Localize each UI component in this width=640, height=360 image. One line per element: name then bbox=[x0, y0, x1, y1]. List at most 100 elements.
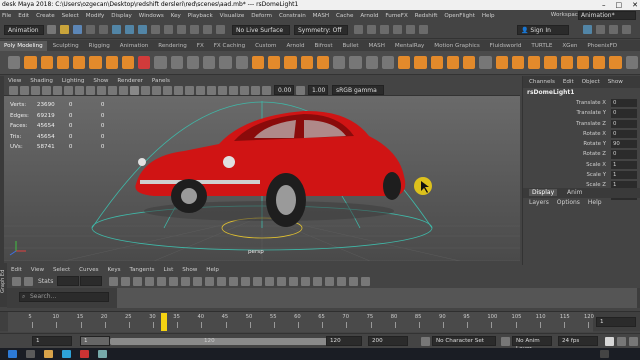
insert-key-icon[interactable] bbox=[24, 276, 33, 286]
motion-blur-icon[interactable] bbox=[196, 85, 205, 95]
snap-curve-icon[interactable] bbox=[177, 25, 186, 34]
fps-select[interactable]: 24 fps bbox=[558, 336, 598, 346]
swap-buffer-icon[interactable] bbox=[289, 276, 299, 286]
graph-editor-curve-area[interactable] bbox=[117, 288, 637, 308]
sign-in-button[interactable]: 👤 Sign In bbox=[517, 24, 569, 35]
playback-end-field[interactable]: 120 bbox=[326, 336, 362, 346]
poly-plane-icon[interactable] bbox=[105, 56, 118, 69]
menu-edit[interactable]: Edit bbox=[18, 13, 29, 19]
cylindrical-map-icon[interactable] bbox=[446, 56, 459, 69]
unify-tangents-icon[interactable] bbox=[241, 276, 251, 286]
reduce-icon[interactable] bbox=[235, 56, 248, 69]
viewport-menu-panels[interactable]: Panels bbox=[152, 78, 170, 84]
current-time-marker[interactable] bbox=[161, 313, 167, 331]
auto-map-icon[interactable] bbox=[430, 56, 443, 69]
shelf-menu-icon[interactable] bbox=[8, 56, 21, 69]
explorer-icon[interactable] bbox=[44, 350, 53, 358]
edge-loop-icon[interactable] bbox=[381, 56, 394, 69]
graph-editor-side-tab[interactable]: Graph Ed bbox=[0, 263, 7, 307]
menu-fumefx[interactable]: FumeFX bbox=[385, 13, 407, 19]
modeling-toolkit-icon[interactable] bbox=[583, 25, 592, 34]
channel-row[interactable]: Rotate Z 0 bbox=[525, 150, 637, 159]
snap-point-icon[interactable] bbox=[190, 25, 199, 34]
app-icon[interactable] bbox=[98, 350, 107, 358]
wireframe-on-shaded-icon[interactable] bbox=[141, 85, 150, 95]
channel-menu-object[interactable]: Object bbox=[582, 79, 600, 85]
safe-action-icon[interactable] bbox=[108, 85, 117, 95]
render-frame-icon[interactable] bbox=[367, 25, 376, 34]
extrude-icon[interactable] bbox=[251, 56, 264, 69]
minimize-icon[interactable]: – bbox=[602, 0, 606, 10]
animation-end-field[interactable]: 200 bbox=[368, 336, 408, 346]
flat-tangent-icon[interactable] bbox=[193, 276, 203, 286]
menu-create[interactable]: Create bbox=[36, 13, 55, 19]
menu-modify[interactable]: Modify bbox=[86, 13, 105, 19]
channel-value[interactable]: 1 bbox=[611, 160, 637, 170]
denormalize-icon[interactable] bbox=[313, 276, 323, 286]
unfold-icon[interactable] bbox=[528, 56, 541, 69]
anti-aliasing-icon[interactable] bbox=[207, 85, 216, 95]
connect-icon[interactable] bbox=[365, 56, 378, 69]
channel-value[interactable]: 90 bbox=[611, 140, 637, 149]
trax-editor-icon[interactable] bbox=[361, 276, 371, 286]
depth-of-field-icon[interactable] bbox=[218, 85, 227, 95]
color-space-select[interactable]: sRGB gamma bbox=[332, 85, 384, 95]
menu-redshift[interactable]: Redshift bbox=[415, 13, 438, 19]
channel-row[interactable]: Translate X 0 bbox=[525, 99, 637, 108]
channel-value[interactable]: 0 bbox=[611, 119, 637, 128]
gate-mask-icon[interactable] bbox=[86, 85, 95, 95]
channel-value[interactable]: 0 bbox=[611, 150, 637, 159]
ge-menu-tangents[interactable]: Tangents bbox=[129, 267, 154, 273]
menu-deform[interactable]: Deform bbox=[251, 13, 272, 19]
frame-selection-icon[interactable] bbox=[121, 276, 131, 286]
separate-icon[interactable] bbox=[170, 56, 183, 69]
start-button-icon[interactable] bbox=[8, 350, 17, 358]
post-infinity-icon[interactable] bbox=[337, 276, 347, 286]
render-view-icon[interactable] bbox=[419, 25, 428, 34]
browser-icon[interactable] bbox=[80, 350, 89, 358]
anim-layer-select[interactable]: No Anim Layer bbox=[512, 336, 552, 352]
smooth-icon[interactable] bbox=[219, 56, 232, 69]
attribute-editor-icon[interactable] bbox=[596, 25, 605, 34]
soften-edge-icon[interactable] bbox=[576, 56, 589, 69]
animation-start-field[interactable]: 1 bbox=[32, 336, 72, 346]
bevel-icon[interactable] bbox=[284, 56, 297, 69]
isolate-select-icon[interactable] bbox=[229, 85, 238, 95]
svg-icon[interactable] bbox=[138, 56, 151, 69]
plateau-tangent-icon[interactable] bbox=[217, 276, 227, 286]
ge-menu-list[interactable]: List bbox=[164, 267, 174, 273]
xray-icon[interactable] bbox=[240, 85, 249, 95]
use-all-lights-icon[interactable] bbox=[163, 85, 172, 95]
grid-icon[interactable] bbox=[53, 85, 62, 95]
combine-icon[interactable] bbox=[154, 56, 167, 69]
menu-arnold[interactable]: Arnold bbox=[360, 13, 378, 19]
gamma-field[interactable]: 1.00 bbox=[308, 85, 328, 95]
stats-field-1[interactable] bbox=[57, 276, 80, 286]
dope-sheet-icon[interactable] bbox=[349, 276, 359, 286]
poly-cube-icon[interactable] bbox=[40, 56, 53, 69]
viewport-menu-view[interactable]: View bbox=[8, 78, 21, 84]
layer-menu-help[interactable]: Help bbox=[588, 199, 602, 206]
wireframe-icon[interactable] bbox=[119, 85, 128, 95]
bridge-icon[interactable] bbox=[268, 56, 281, 69]
layer-menu-options[interactable]: Options bbox=[557, 199, 580, 206]
conform-icon[interactable] bbox=[609, 56, 622, 69]
mask-icon[interactable] bbox=[151, 25, 160, 34]
ge-menu-help[interactable]: Help bbox=[206, 267, 219, 273]
poly-disc-icon[interactable] bbox=[121, 56, 134, 69]
select-by-component-icon[interactable] bbox=[138, 25, 147, 34]
frame-playback-icon[interactable] bbox=[133, 276, 143, 286]
tab-anim[interactable]: Anim bbox=[567, 189, 582, 196]
ge-menu-show[interactable]: Show bbox=[182, 267, 197, 273]
close-icon[interactable]: ✕ bbox=[632, 0, 638, 10]
channel-box-icon[interactable] bbox=[622, 25, 631, 34]
channel-menu-edit[interactable]: Edit bbox=[563, 79, 574, 85]
ge-menu-edit[interactable]: Edit bbox=[11, 267, 22, 273]
move-key-icon[interactable] bbox=[12, 276, 21, 286]
menu-select[interactable]: Select bbox=[62, 13, 79, 19]
playback-start-field[interactable]: 1 bbox=[80, 336, 110, 346]
workspace-select[interactable]: Animation* bbox=[578, 11, 636, 20]
menuset-select[interactable]: Animation bbox=[4, 24, 44, 35]
exposure-icon[interactable] bbox=[262, 85, 271, 95]
history-icon[interactable] bbox=[354, 25, 363, 34]
